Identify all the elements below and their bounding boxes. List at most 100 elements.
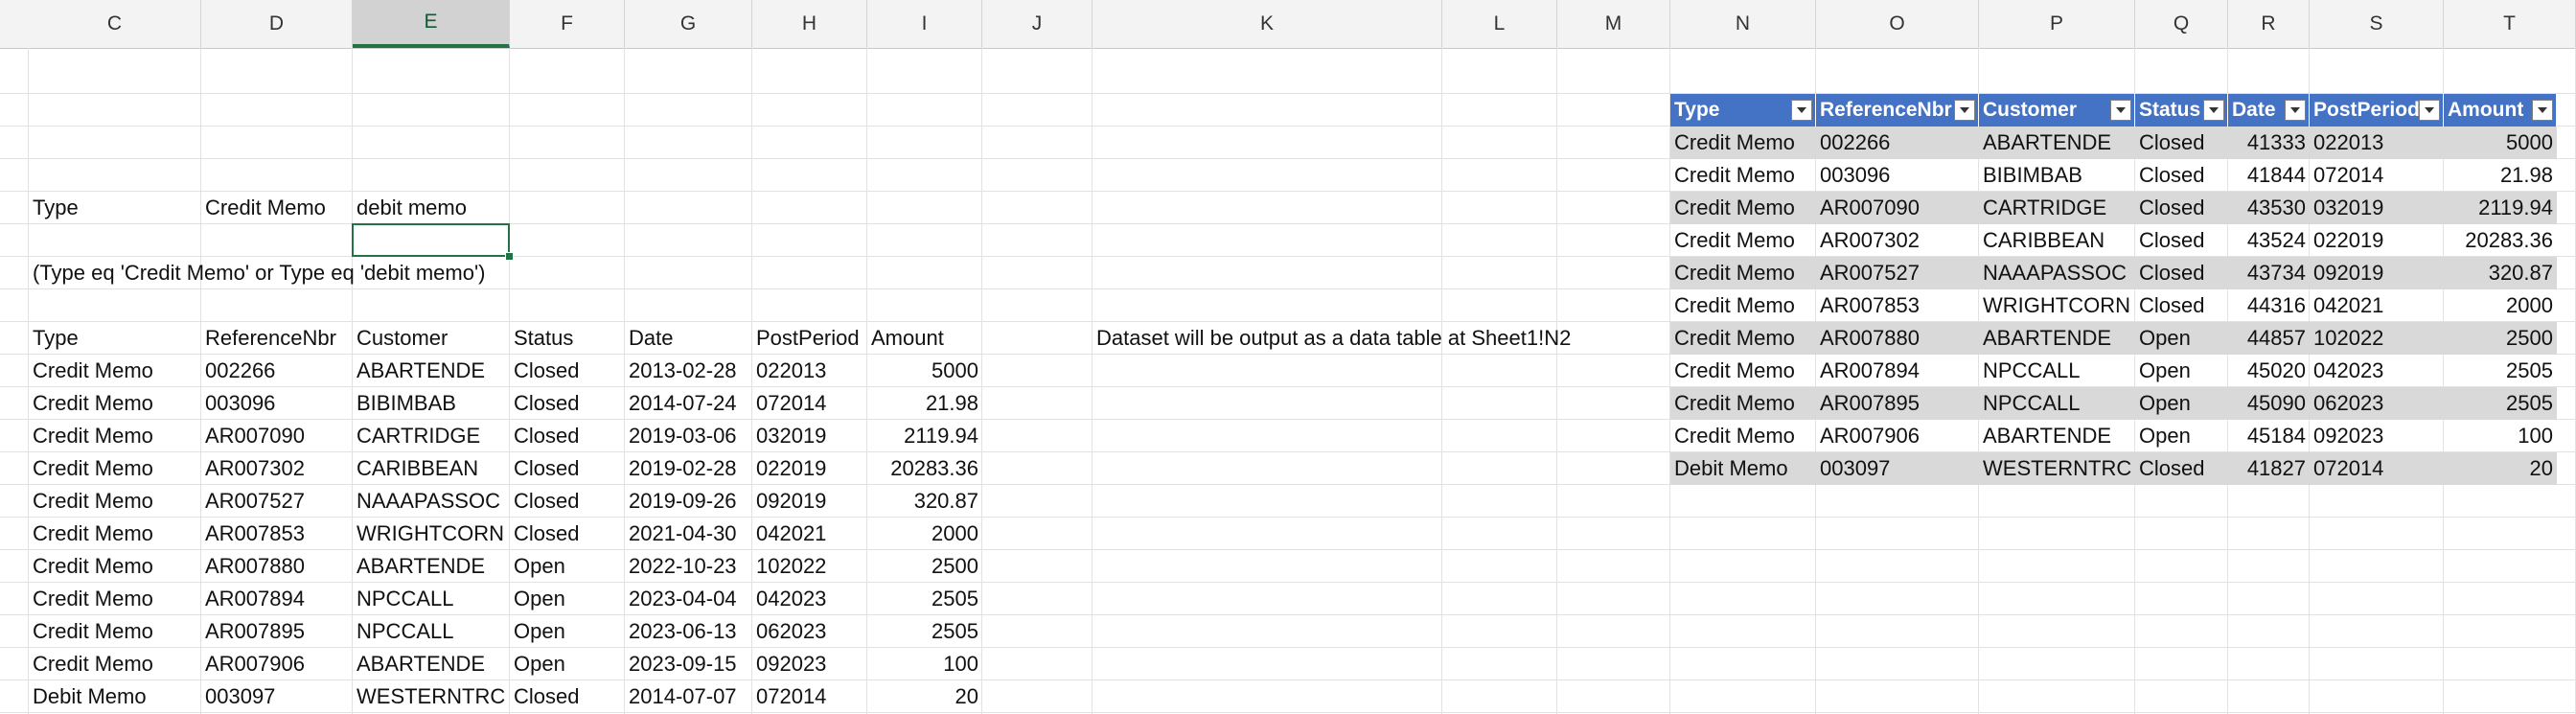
- output-cell[interactable]: 100: [2444, 420, 2557, 452]
- output-cell[interactable]: Open: [2135, 387, 2228, 420]
- source-cell[interactable]: 2014-07-24: [625, 387, 741, 420]
- source-cell[interactable]: Debit Memo: [29, 680, 150, 713]
- source-cell[interactable]: AR007895: [201, 615, 309, 648]
- output-cell[interactable]: Closed: [2135, 224, 2228, 257]
- cell-grid[interactable]: Type Credit Memo debit memo (Type eq 'Credi…: [0, 48, 2576, 714]
- output-cell[interactable]: AR007090: [1816, 192, 1979, 224]
- output-cell[interactable]: Credit Memo: [1670, 289, 1816, 322]
- source-cell[interactable]: 022013: [752, 355, 830, 387]
- source-cell[interactable]: 320.87: [867, 485, 982, 518]
- output-cell[interactable]: Credit Memo: [1670, 420, 1816, 452]
- output-cell[interactable]: 2505: [2444, 355, 2557, 387]
- column-header-n[interactable]: N: [1670, 0, 1816, 48]
- output-cell[interactable]: 2119.94: [2444, 192, 2557, 224]
- filter-dropdown-icon[interactable]: [2203, 100, 2224, 121]
- source-cell[interactable]: 003096: [201, 387, 279, 420]
- output-cell[interactable]: ABARTENDE: [1979, 127, 2135, 159]
- source-cell[interactable]: 072014: [752, 680, 830, 713]
- source-cell[interactable]: 092019: [752, 485, 830, 518]
- output-cell[interactable]: AR007853: [1816, 289, 1979, 322]
- param-type-label[interactable]: Type: [29, 192, 82, 224]
- source-cell[interactable]: 2505: [867, 615, 982, 648]
- output-cell[interactable]: NAAAPASSOC: [1979, 257, 2135, 289]
- column-header-q[interactable]: Q: [2135, 0, 2228, 48]
- source-cell[interactable]: 2023-06-13: [625, 615, 741, 648]
- output-cell[interactable]: Credit Memo: [1670, 322, 1816, 355]
- output-cell[interactable]: 21.98: [2444, 159, 2557, 192]
- source-header-date[interactable]: Date: [625, 322, 677, 355]
- output-cell[interactable]: Closed: [2135, 289, 2228, 322]
- output-cell[interactable]: CARTRIDGE: [1979, 192, 2135, 224]
- fill-handle[interactable]: [505, 252, 514, 261]
- source-cell[interactable]: 21.98: [867, 387, 982, 420]
- source-cell[interactable]: AR007894: [201, 583, 309, 615]
- output-cell[interactable]: 20: [2444, 452, 2557, 485]
- source-header-customer[interactable]: Customer: [353, 322, 451, 355]
- source-cell[interactable]: ABARTENDE: [353, 648, 489, 680]
- source-cell[interactable]: 100: [867, 648, 982, 680]
- column-header-g[interactable]: G: [625, 0, 752, 48]
- column-header-l[interactable]: L: [1442, 0, 1557, 48]
- output-cell[interactable]: 032019: [2310, 192, 2444, 224]
- source-cell[interactable]: 2014-07-07: [625, 680, 741, 713]
- source-cell[interactable]: AR007906: [201, 648, 309, 680]
- output-cell[interactable]: AR007894: [1816, 355, 1979, 387]
- source-cell[interactable]: Credit Memo: [29, 387, 157, 420]
- source-cell[interactable]: AR007527: [201, 485, 309, 518]
- column-header-r[interactable]: R: [2228, 0, 2310, 48]
- source-cell[interactable]: AR007880: [201, 550, 309, 583]
- source-cell[interactable]: AR007090: [201, 420, 309, 452]
- source-cell[interactable]: 042023: [752, 583, 830, 615]
- output-cell[interactable]: Debit Memo: [1670, 452, 1816, 485]
- output-cell[interactable]: Closed: [2135, 257, 2228, 289]
- output-cell[interactable]: 2500: [2444, 322, 2557, 355]
- source-cell[interactable]: CARIBBEAN: [353, 452, 482, 485]
- source-header-referencenbr[interactable]: ReferenceNbr: [201, 322, 340, 355]
- output-note[interactable]: Dataset will be output as a data table a…: [1092, 322, 1575, 355]
- source-cell[interactable]: 2021-04-30: [625, 518, 741, 550]
- output-cell[interactable]: Credit Memo: [1670, 355, 1816, 387]
- source-cell[interactable]: 2019-03-06: [625, 420, 741, 452]
- column-header-d[interactable]: D: [201, 0, 353, 48]
- source-cell[interactable]: Closed: [510, 420, 583, 452]
- source-cell[interactable]: Credit Memo: [29, 452, 157, 485]
- output-cell[interactable]: 042021: [2310, 289, 2444, 322]
- source-cell[interactable]: Credit Memo: [29, 550, 157, 583]
- output-cell[interactable]: NPCCALL: [1979, 387, 2135, 420]
- output-cell[interactable]: NPCCALL: [1979, 355, 2135, 387]
- column-header-h[interactable]: H: [752, 0, 867, 48]
- source-cell[interactable]: WESTERNTRC: [353, 680, 509, 713]
- output-cell[interactable]: 022013: [2310, 127, 2444, 159]
- source-cell[interactable]: Open: [510, 550, 569, 583]
- source-cell[interactable]: Open: [510, 615, 569, 648]
- source-cell[interactable]: 2019-02-28: [625, 452, 741, 485]
- filter-dropdown-icon[interactable]: [2419, 100, 2440, 121]
- output-cell[interactable]: BIBIMBAB: [1979, 159, 2135, 192]
- output-cell[interactable]: Credit Memo: [1670, 159, 1816, 192]
- source-cell[interactable]: Closed: [510, 518, 583, 550]
- output-cell[interactable]: Open: [2135, 420, 2228, 452]
- source-cell[interactable]: Closed: [510, 452, 583, 485]
- source-header-type[interactable]: Type: [29, 322, 82, 355]
- output-cell[interactable]: Closed: [2135, 159, 2228, 192]
- source-cell[interactable]: Open: [510, 583, 569, 615]
- output-cell[interactable]: 002266: [1816, 127, 1979, 159]
- output-cell[interactable]: 2505: [2444, 387, 2557, 420]
- output-cell[interactable]: CARIBBEAN: [1979, 224, 2135, 257]
- column-header-p[interactable]: P: [1979, 0, 2135, 48]
- source-cell[interactable]: Credit Memo: [29, 648, 157, 680]
- output-cell[interactable]: 022019: [2310, 224, 2444, 257]
- output-cell[interactable]: 41827: [2228, 452, 2310, 485]
- output-cell[interactable]: Credit Memo: [1670, 127, 1816, 159]
- source-cell[interactable]: Open: [510, 648, 569, 680]
- source-cell[interactable]: 20: [867, 680, 982, 713]
- output-cell[interactable]: 042023: [2310, 355, 2444, 387]
- column-header-m[interactable]: M: [1557, 0, 1670, 48]
- output-cell[interactable]: 092019: [2310, 257, 2444, 289]
- spreadsheet[interactable]: CDEFGHIJKLMNOPQRST Type Credit Memo debit …: [0, 0, 2576, 714]
- output-cell[interactable]: ABARTENDE: [1979, 420, 2135, 452]
- source-cell[interactable]: 2023-04-04: [625, 583, 741, 615]
- output-cell[interactable]: 102022: [2310, 322, 2444, 355]
- column-header-o[interactable]: O: [1816, 0, 1979, 48]
- output-cell[interactable]: Open: [2135, 322, 2228, 355]
